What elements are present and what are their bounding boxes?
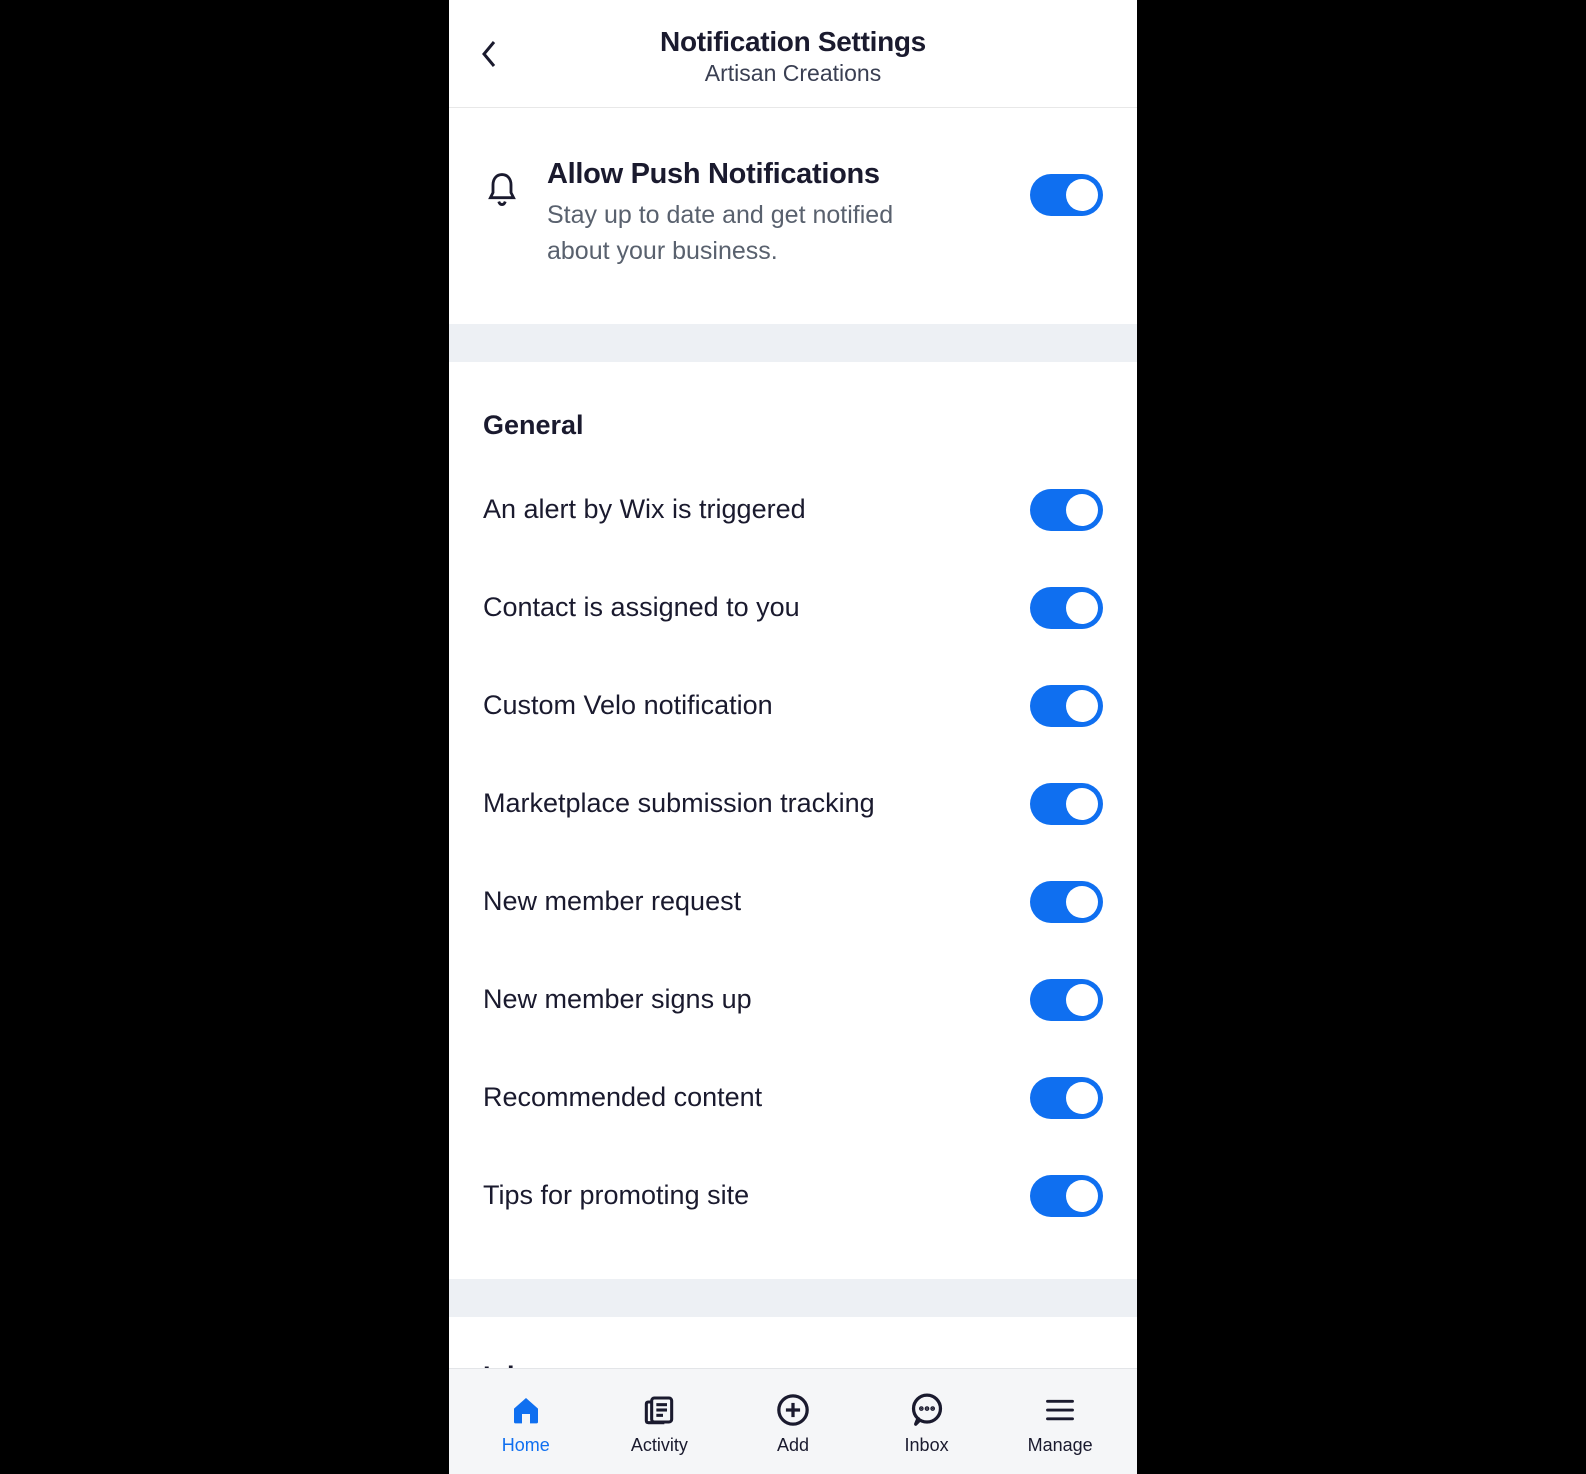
page-title: Notification Settings: [473, 26, 1113, 58]
allow-push-toggle[interactable]: [1030, 174, 1103, 216]
setting-toggle-alert-wix[interactable]: [1030, 489, 1103, 531]
content-scroll[interactable]: Allow Push Notifications Stay up to date…: [449, 108, 1137, 1368]
nav-activity[interactable]: Activity: [593, 1381, 727, 1456]
nav-label: Inbox: [905, 1435, 949, 1456]
header-bar: Notification Settings Artisan Creations: [449, 0, 1137, 108]
setting-toggle-recommended[interactable]: [1030, 1077, 1103, 1119]
allow-push-row: Allow Push Notifications Stay up to date…: [449, 108, 1137, 324]
toggle-knob: [1066, 886, 1098, 918]
toggle-knob: [1066, 592, 1098, 624]
setting-row: Marketplace submission tracking: [483, 755, 1103, 853]
setting-label: New member request: [483, 886, 1010, 917]
allow-push-toggle-wrap: [1030, 158, 1103, 216]
setting-row: An alert by Wix is triggered: [483, 461, 1103, 559]
setting-label: Custom Velo notification: [483, 690, 1010, 721]
page-subtitle: Artisan Creations: [473, 60, 1113, 87]
section-title-general: General: [483, 410, 1103, 441]
nav-label: Activity: [631, 1435, 688, 1456]
setting-label: Contact is assigned to you: [483, 592, 1010, 623]
setting-label: An alert by Wix is triggered: [483, 494, 1010, 525]
toggle-knob: [1066, 494, 1098, 526]
add-icon: [776, 1393, 810, 1427]
allow-push-title: Allow Push Notifications: [547, 158, 992, 191]
bell-icon: [486, 172, 518, 213]
setting-row: Recommended content: [483, 1049, 1103, 1147]
setting-toggle-marketplace[interactable]: [1030, 783, 1103, 825]
nav-add[interactable]: Add: [726, 1381, 860, 1456]
toggle-knob: [1066, 179, 1098, 211]
section-divider: [449, 324, 1137, 362]
home-icon: [509, 1393, 543, 1427]
setting-label: Tips for promoting site: [483, 1180, 1010, 1211]
nav-label: Manage: [1028, 1435, 1093, 1456]
setting-row: New member signs up: [483, 951, 1103, 1049]
section-title-inbox: Inbox: [449, 1317, 1137, 1369]
allow-push-description: Stay up to date and get notified about y…: [547, 197, 907, 270]
section-inbox-peek: Inbox: [449, 1317, 1137, 1369]
setting-row: Custom Velo notification: [483, 657, 1103, 755]
toggle-knob: [1066, 788, 1098, 820]
section-general: General An alert by Wix is triggered Con…: [449, 362, 1137, 1279]
setting-toggle-contact-assigned[interactable]: [1030, 587, 1103, 629]
nav-home[interactable]: Home: [459, 1381, 593, 1456]
nav-manage[interactable]: Manage: [993, 1381, 1127, 1456]
bottom-nav: Home Activity: [449, 1368, 1137, 1474]
header-titles: Notification Settings Artisan Creations: [473, 26, 1113, 87]
chevron-left-icon: [481, 40, 497, 68]
setting-label: New member signs up: [483, 984, 1010, 1015]
activity-icon: [642, 1393, 676, 1427]
setting-label: Marketplace submission tracking: [483, 788, 1010, 819]
setting-row: Tips for promoting site: [483, 1147, 1103, 1245]
setting-row: New member request: [483, 853, 1103, 951]
inbox-icon: [910, 1393, 944, 1427]
app-screen: Notification Settings Artisan Creations …: [449, 0, 1137, 1474]
setting-label: Recommended content: [483, 1082, 1010, 1113]
nav-label: Home: [502, 1435, 550, 1456]
setting-toggle-new-member-request[interactable]: [1030, 881, 1103, 923]
setting-toggle-tips[interactable]: [1030, 1175, 1103, 1217]
toggle-knob: [1066, 690, 1098, 722]
toggle-knob: [1066, 1180, 1098, 1212]
section-divider: [449, 1279, 1137, 1317]
nav-label: Add: [777, 1435, 809, 1456]
back-button[interactable]: [469, 34, 509, 74]
setting-toggle-velo[interactable]: [1030, 685, 1103, 727]
setting-row: Contact is assigned to you: [483, 559, 1103, 657]
toggle-knob: [1066, 1082, 1098, 1114]
setting-toggle-new-member-signup[interactable]: [1030, 979, 1103, 1021]
allow-push-text: Allow Push Notifications Stay up to date…: [547, 158, 1004, 270]
bell-icon-wrap: [483, 158, 521, 213]
manage-icon: [1045, 1393, 1075, 1427]
nav-inbox[interactable]: Inbox: [860, 1381, 994, 1456]
toggle-knob: [1066, 984, 1098, 1016]
